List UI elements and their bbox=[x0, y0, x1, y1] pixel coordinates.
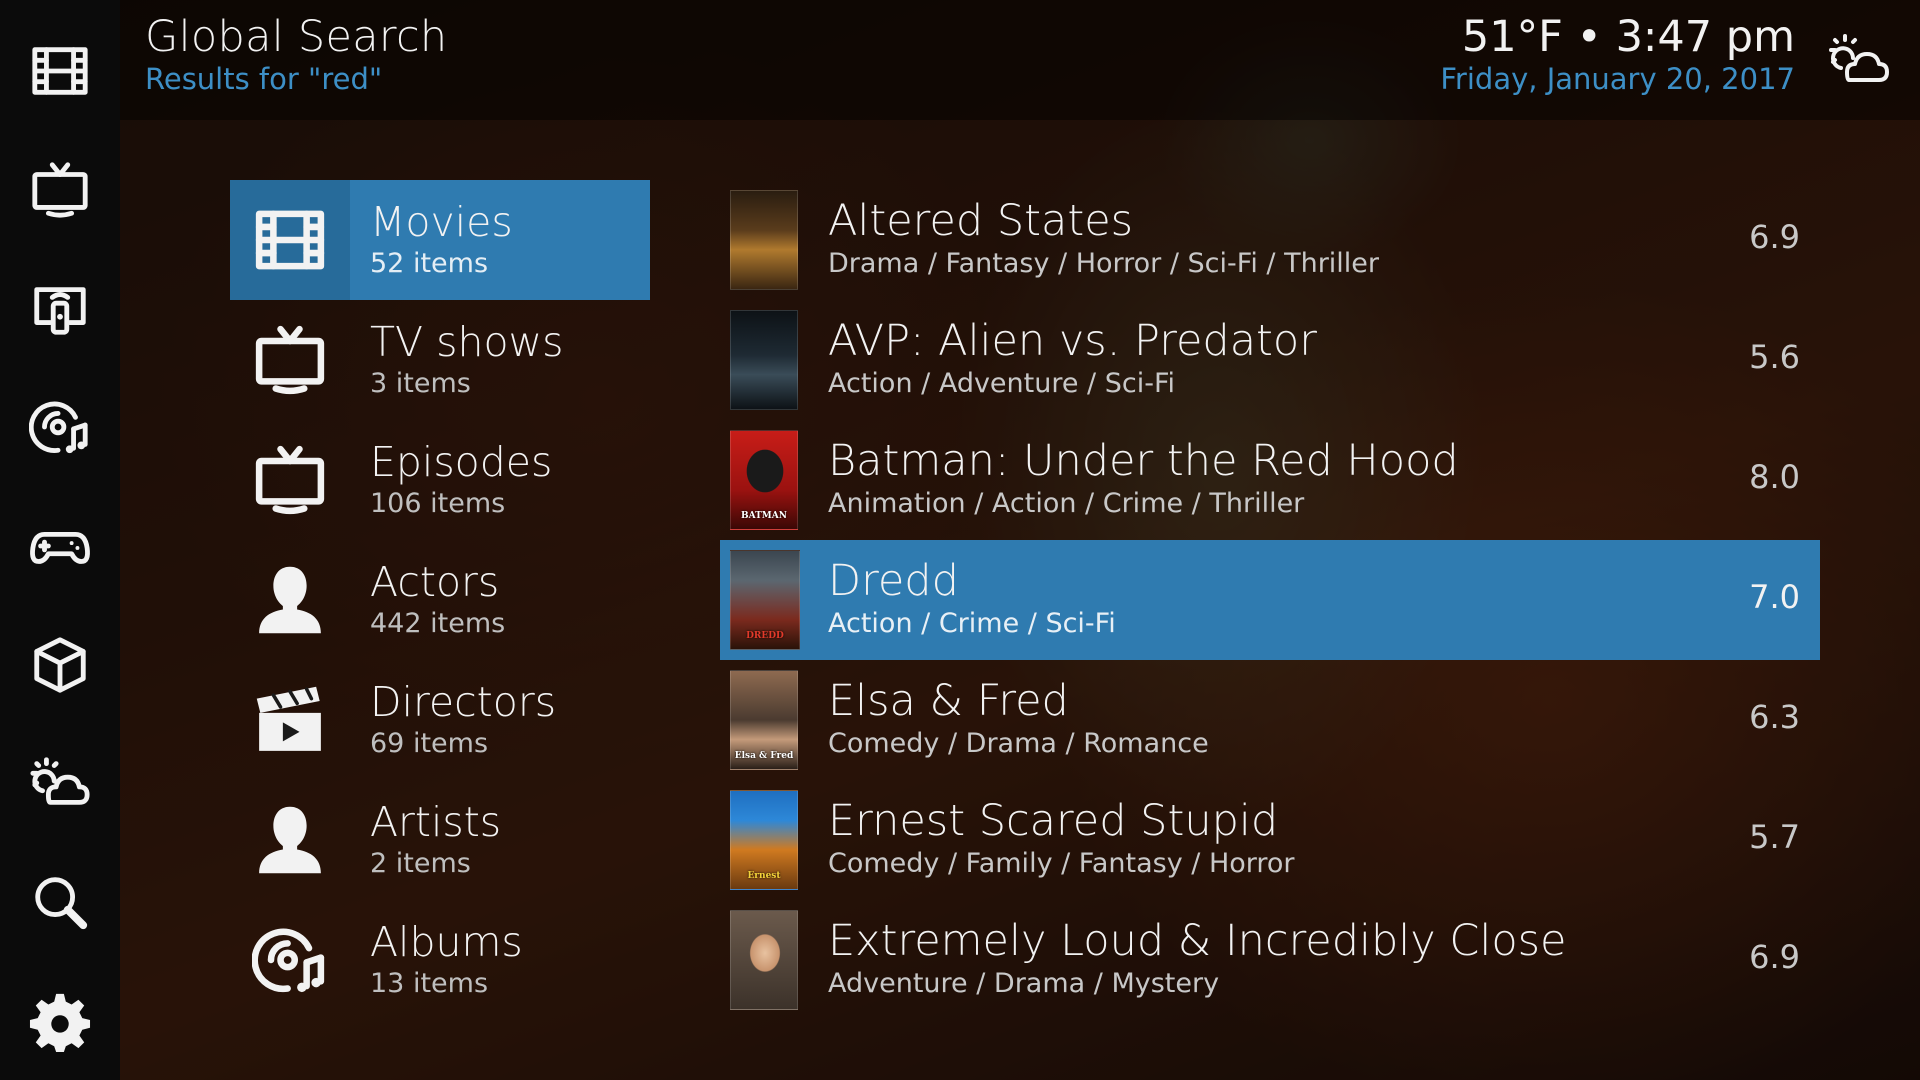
gamepad-icon bbox=[30, 531, 90, 564]
weather-partly-cloudy-icon bbox=[1829, 34, 1889, 82]
poster-label: DREDD bbox=[746, 631, 784, 641]
poster-thumbnail bbox=[730, 910, 798, 1010]
weather-icon bbox=[30, 757, 90, 806]
result-row-altered-states[interactable]: Altered States Drama / Fantasy / Horror … bbox=[720, 180, 1820, 300]
sidebar-tv-button[interactable] bbox=[0, 131, 120, 250]
result-rating: 6.9 bbox=[1749, 938, 1800, 976]
result-row-batman[interactable]: BATMAN Batman: Under the Red Hood Animat… bbox=[720, 420, 1820, 540]
result-title: Dredd bbox=[828, 556, 959, 606]
date-text: Friday, January 20, 2017 bbox=[1440, 62, 1795, 96]
category-name: Episodes bbox=[370, 437, 553, 486]
category-count: 2 items bbox=[370, 848, 471, 880]
category-actors[interactable]: Actors 442 items bbox=[230, 540, 650, 660]
category-albums[interactable]: Albums 13 items bbox=[230, 900, 650, 1020]
sidebar-settings-button[interactable] bbox=[0, 961, 120, 1080]
tv-icon bbox=[255, 325, 325, 395]
clapperboard-icon bbox=[256, 686, 321, 751]
film-icon bbox=[255, 210, 325, 270]
category-count: 106 items bbox=[370, 488, 506, 520]
sidebar-addons-button[interactable] bbox=[0, 605, 120, 724]
result-row-dredd[interactable]: DREDD Dredd Action / Crime / Sci-Fi 7.0 bbox=[720, 540, 1820, 660]
sidebar-livetv-button[interactable] bbox=[0, 249, 120, 368]
result-rating: 6.3 bbox=[1749, 698, 1800, 736]
category-count: 442 items bbox=[370, 608, 506, 640]
time-text: 3:47 pm bbox=[1615, 12, 1795, 62]
category-name: Albums bbox=[370, 917, 523, 966]
result-title: Ernest Scared Stupid bbox=[828, 796, 1279, 846]
result-title: Batman: Under the Red Hood bbox=[828, 436, 1459, 486]
temperature-text: 51°F bbox=[1461, 12, 1563, 62]
result-title: Elsa & Fred bbox=[828, 676, 1069, 726]
sidebar-music-button[interactable] bbox=[0, 368, 120, 487]
result-rating: 7.0 bbox=[1749, 578, 1800, 616]
sidebar-movies-button[interactable] bbox=[0, 12, 120, 131]
result-row-elsa-fred[interactable]: Elsa & Fred Elsa & Fred Comedy / Drama /… bbox=[720, 660, 1820, 780]
category-movies[interactable]: Movies 52 items bbox=[230, 180, 650, 300]
category-name: TV shows bbox=[370, 317, 564, 366]
category-count: 69 items bbox=[370, 728, 489, 760]
addon-box-icon bbox=[34, 637, 86, 693]
poster-label: Ernest bbox=[747, 871, 781, 881]
search-icon bbox=[35, 877, 88, 930]
page-title: Global Search bbox=[145, 12, 448, 62]
music-disc-icon bbox=[29, 401, 88, 454]
category-count: 13 items bbox=[370, 968, 489, 1000]
search-query-subtitle: Results for "red" bbox=[145, 62, 383, 96]
poster-thumbnail: DREDD bbox=[730, 550, 800, 650]
category-name: Actors bbox=[370, 557, 500, 606]
result-genres: Action / Adventure / Sci-Fi bbox=[828, 368, 1176, 399]
remote-tv-icon bbox=[34, 286, 86, 335]
main-sidebar bbox=[0, 0, 120, 1080]
category-name: Artists bbox=[370, 797, 502, 846]
result-rating: 8.0 bbox=[1749, 458, 1800, 496]
result-rating: 5.7 bbox=[1749, 818, 1800, 856]
category-artists[interactable]: Artists 2 items bbox=[230, 780, 650, 900]
gear-icon bbox=[29, 993, 91, 1052]
person-icon bbox=[259, 806, 321, 874]
result-genres: Comedy / Family / Fantasy / Horror bbox=[828, 848, 1295, 879]
tv-icon bbox=[255, 445, 325, 515]
result-row-extremely-loud[interactable]: Extremely Loud & Incredibly Close Advent… bbox=[720, 900, 1820, 1020]
result-title: Extremely Loud & Incredibly Close bbox=[828, 916, 1567, 966]
poster-label: Elsa & Fred bbox=[734, 751, 794, 761]
result-row-avp[interactable]: AVP: Alien vs. Predator Action / Adventu… bbox=[720, 300, 1820, 420]
category-list: Movies 52 items TV shows 3 items Episode… bbox=[230, 180, 650, 1020]
poster-thumbnail: Elsa & Fred bbox=[730, 670, 798, 770]
poster-thumbnail: Ernest bbox=[730, 790, 798, 890]
poster-thumbnail: BATMAN bbox=[730, 430, 798, 530]
category-count: 52 items bbox=[370, 248, 489, 280]
category-name: Movies bbox=[370, 197, 513, 246]
category-episodes[interactable]: Episodes 106 items bbox=[230, 420, 650, 540]
sidebar-weather-button[interactable] bbox=[0, 724, 120, 843]
result-genres: Adventure / Drama / Mystery bbox=[828, 968, 1220, 999]
weather-clock: 51°F • 3:47 pm bbox=[1462, 12, 1795, 62]
category-directors[interactable]: Directors 69 items bbox=[230, 660, 650, 780]
category-tv-shows[interactable]: TV shows 3 items bbox=[230, 300, 650, 420]
separator-dot: • bbox=[1576, 12, 1602, 62]
film-icon bbox=[32, 47, 88, 96]
result-genres: Comedy / Drama / Romance bbox=[828, 728, 1209, 759]
result-row-ernest[interactable]: Ernest Ernest Scared Stupid Comedy / Fam… bbox=[720, 780, 1820, 900]
result-genres: Action / Crime / Sci-Fi bbox=[828, 608, 1116, 639]
result-genres: Animation / Action / Crime / Thriller bbox=[828, 488, 1305, 519]
person-icon bbox=[259, 566, 321, 634]
result-title: Altered States bbox=[828, 196, 1134, 246]
tv-icon bbox=[32, 162, 88, 218]
music-disc-icon bbox=[252, 928, 325, 993]
category-count: 3 items bbox=[370, 368, 471, 400]
poster-thumbnail bbox=[730, 190, 798, 290]
sidebar-games-button[interactable] bbox=[0, 487, 120, 606]
result-genres: Drama / Fantasy / Horror / Sci-Fi / Thri… bbox=[828, 248, 1380, 279]
result-title: AVP: Alien vs. Predator bbox=[828, 316, 1317, 366]
result-rating: 6.9 bbox=[1749, 218, 1800, 256]
poster-thumbnail bbox=[730, 310, 798, 410]
sidebar-search-button[interactable] bbox=[0, 843, 120, 962]
category-name: Directors bbox=[370, 677, 557, 726]
poster-label: BATMAN bbox=[741, 511, 787, 521]
search-results-list: Altered States Drama / Fantasy / Horror … bbox=[720, 180, 1820, 1020]
result-rating: 5.6 bbox=[1749, 338, 1800, 376]
